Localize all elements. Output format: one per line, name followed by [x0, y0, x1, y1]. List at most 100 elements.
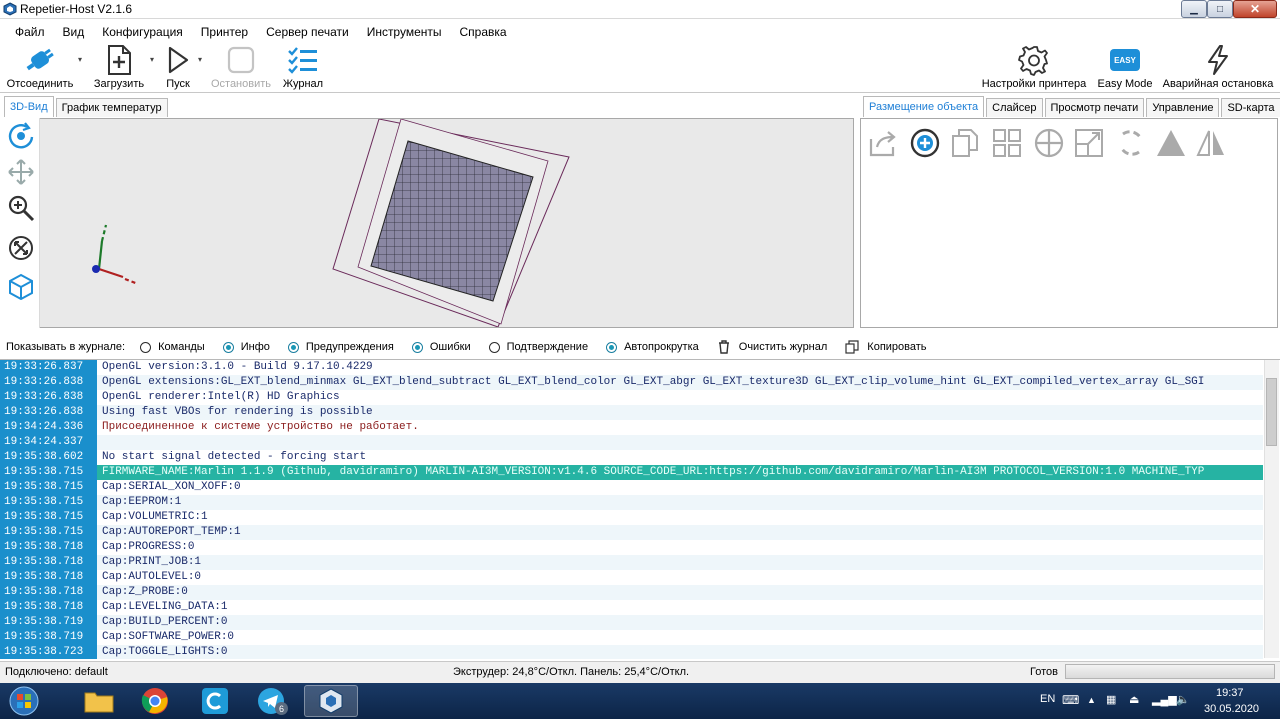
filter-acknowledgement[interactable]: Подтверждение	[488, 341, 588, 353]
log-row[interactable]: 19:35:38.718 Cap:AUTOLEVEL:0	[0, 570, 1263, 585]
log-row[interactable]: 19:34:24.337	[0, 435, 1263, 450]
taskbar-app-c[interactable]	[188, 685, 242, 717]
tab-slicer[interactable]: Слайсер	[986, 98, 1043, 117]
filter-errors[interactable]: Ошибки	[411, 341, 471, 353]
log-row[interactable]: 19:33:26.838 OpenGL renderer:Intel(R) HD …	[0, 390, 1263, 405]
log-panel[interactable]: 19:33:26.837 OpenGL version:3.1.0 - Build…	[0, 359, 1280, 659]
log-scrollbar-thumb[interactable]	[1266, 378, 1277, 446]
printer-settings-button[interactable]: Настройки принтера	[978, 43, 1090, 93]
menu-view[interactable]: Вид	[54, 25, 94, 39]
menu-file[interactable]: Файл	[6, 25, 54, 39]
log-row[interactable]: 19:33:26.838 OpenGL extensions:GL_EXT_ble…	[0, 375, 1263, 390]
rotate-view-icon[interactable]	[7, 122, 35, 150]
log-row[interactable]: 19:35:38.718 Cap:PROGRESS:0	[0, 540, 1263, 555]
taskbar-chrome[interactable]	[128, 685, 182, 717]
start-menu-button[interactable]	[4, 685, 44, 717]
maximize-button[interactable]: □	[1207, 0, 1233, 18]
language-indicator[interactable]: EN	[1040, 693, 1055, 705]
log-row[interactable]: 19:35:38.718 Cap:LEVELING_DATA:1	[0, 600, 1263, 615]
clock-date[interactable]: 30.05.2020	[1204, 703, 1259, 715]
signal-icon[interactable]: ▂▄▆	[1152, 693, 1177, 706]
log-row[interactable]: 19:35:38.719 Cap:BUILD_PERCENT:0	[0, 615, 1263, 630]
filter-autoscroll[interactable]: Автопрокрутка	[606, 341, 699, 353]
autoplace-icon[interactable]	[991, 127, 1023, 159]
mirror-object-icon[interactable]	[1195, 127, 1227, 159]
menu-print-server[interactable]: Сервер печати	[257, 25, 358, 39]
log-timestamp: 19:35:38.715	[0, 495, 97, 510]
keyboard-icon[interactable]: ⌨	[1062, 693, 1079, 707]
autoscroll-radio[interactable]	[606, 341, 618, 353]
export-icon[interactable]	[867, 127, 899, 159]
move-view-icon[interactable]	[7, 158, 35, 186]
filter-commands-label: Команды	[158, 341, 205, 353]
object-placement-panel	[860, 118, 1278, 328]
log-row[interactable]: 19:33:26.838 Using fast VBOs for renderin…	[0, 405, 1263, 420]
tab-print-preview[interactable]: Просмотр печати	[1044, 98, 1145, 117]
load-dropdown-arrow[interactable]: ▾	[150, 55, 154, 64]
tab-temperature-graph[interactable]: График температур	[55, 98, 168, 117]
volume-icon[interactable]: 🔈	[1176, 693, 1190, 706]
tab-3d-view[interactable]: 3D-Вид	[4, 96, 54, 117]
log-row[interactable]: 19:35:38.715 Cap:VOLUMETRIC:1	[0, 510, 1263, 525]
commands-radio[interactable]	[140, 341, 152, 353]
log-row[interactable]: 19:35:38.602 No start signal detected - f…	[0, 450, 1263, 465]
log-row[interactable]: 19:35:38.715 Cap:SERIAL_XON_XOFF:0	[0, 480, 1263, 495]
3d-viewport[interactable]	[2, 118, 854, 328]
taskbar-explorer[interactable]	[72, 685, 126, 717]
minimize-button[interactable]: ▁	[1181, 0, 1207, 18]
log-row[interactable]: 19:33:26.837 OpenGL version:3.1.0 - Build…	[0, 360, 1263, 375]
menu-config[interactable]: Конфигурация	[93, 25, 192, 39]
log-button[interactable]: Журнал	[280, 43, 326, 93]
log-row[interactable]: 19:35:38.719 Cap:SOFTWARE_POWER:0	[0, 630, 1263, 645]
tab-object-placement[interactable]: Размещение объекта	[863, 96, 985, 117]
log-row[interactable]: 19:35:38.715 FIRMWARE_NAME:Marlin 1.1.9 (…	[0, 465, 1263, 480]
filter-warnings[interactable]: Предупреждения	[287, 341, 394, 353]
easy-mode-button[interactable]: EASY Easy Mode	[1096, 43, 1154, 93]
load-button[interactable]: Загрузить	[90, 43, 148, 93]
disconnect-button[interactable]: Отсоединить	[4, 43, 76, 93]
errors-radio[interactable]	[411, 341, 423, 353]
tab-sd-card[interactable]: SD-карта	[1221, 98, 1280, 117]
tray-expand-icon[interactable]: ▲	[1087, 695, 1096, 705]
scale-object-icon[interactable]	[1073, 127, 1105, 159]
usb-icon[interactable]: ⏏	[1129, 693, 1139, 706]
taskbar-repetier[interactable]	[304, 685, 358, 717]
add-object-icon[interactable]	[909, 127, 941, 159]
copy-object-icon[interactable]	[949, 127, 981, 159]
clock-time[interactable]: 19:37	[1216, 687, 1244, 699]
disconnect-dropdown-arrow[interactable]: ▾	[78, 55, 82, 64]
log-row[interactable]: 19:34:24.336 Присоединенное к системе уст…	[0, 420, 1263, 435]
zoom-view-icon[interactable]	[7, 194, 35, 222]
close-button[interactable]: ✕	[1233, 0, 1277, 18]
log-row[interactable]: 19:35:38.718 Cap:PRINT_JOB:1	[0, 555, 1263, 570]
log-row[interactable]: 19:35:38.715 Cap:EEPROM:1	[0, 495, 1263, 510]
menu-help[interactable]: Справка	[451, 25, 516, 39]
log-row[interactable]: 19:35:38.718 Cap:Z_PROBE:0	[0, 585, 1263, 600]
rotate-object-icon[interactable]	[1115, 127, 1147, 159]
center-object-icon[interactable]	[1033, 127, 1065, 159]
acknowledgement-radio[interactable]	[488, 341, 500, 353]
menu-printer[interactable]: Принтер	[192, 25, 257, 39]
menu-tools[interactable]: Инструменты	[358, 25, 451, 39]
clear-log-button[interactable]: Очистить журнал	[717, 340, 827, 354]
start-button[interactable]: Пуск	[160, 43, 196, 93]
filter-commands[interactable]: Команды	[140, 341, 205, 353]
windows-taskbar: 6 EN ⌨ ▲ ▦ ⏏ ▂▄▆ 🔈 19:37 30.05.2020	[0, 683, 1280, 719]
log-row[interactable]: 19:35:38.723 Cap:TOGGLE_LIGHTS:0	[0, 645, 1263, 659]
log-message: Cap:AUTOLEVEL:0	[102, 571, 202, 583]
taskbar-telegram[interactable]: 6	[244, 685, 298, 717]
info-radio[interactable]	[222, 341, 234, 353]
fit-view-icon[interactable]	[7, 234, 35, 262]
start-dropdown-arrow[interactable]: ▾	[198, 55, 202, 64]
tab-control[interactable]: Управление	[1146, 98, 1220, 117]
filter-errors-label: Ошибки	[429, 341, 471, 353]
emergency-stop-button[interactable]: Аварийная остановка	[1160, 43, 1276, 93]
filter-info[interactable]: Инфо	[222, 341, 270, 353]
cut-object-icon[interactable]	[1155, 127, 1187, 159]
log-row[interactable]: 19:35:38.715 Cap:AUTOREPORT_TEMP:1	[0, 525, 1263, 540]
copy-log-button[interactable]: Копировать	[845, 340, 927, 354]
network-icon[interactable]: ▦	[1106, 693, 1116, 706]
warnings-radio[interactable]	[287, 341, 299, 353]
stop-button[interactable]: Остановить	[208, 43, 274, 93]
cube-view-icon[interactable]	[7, 272, 35, 300]
